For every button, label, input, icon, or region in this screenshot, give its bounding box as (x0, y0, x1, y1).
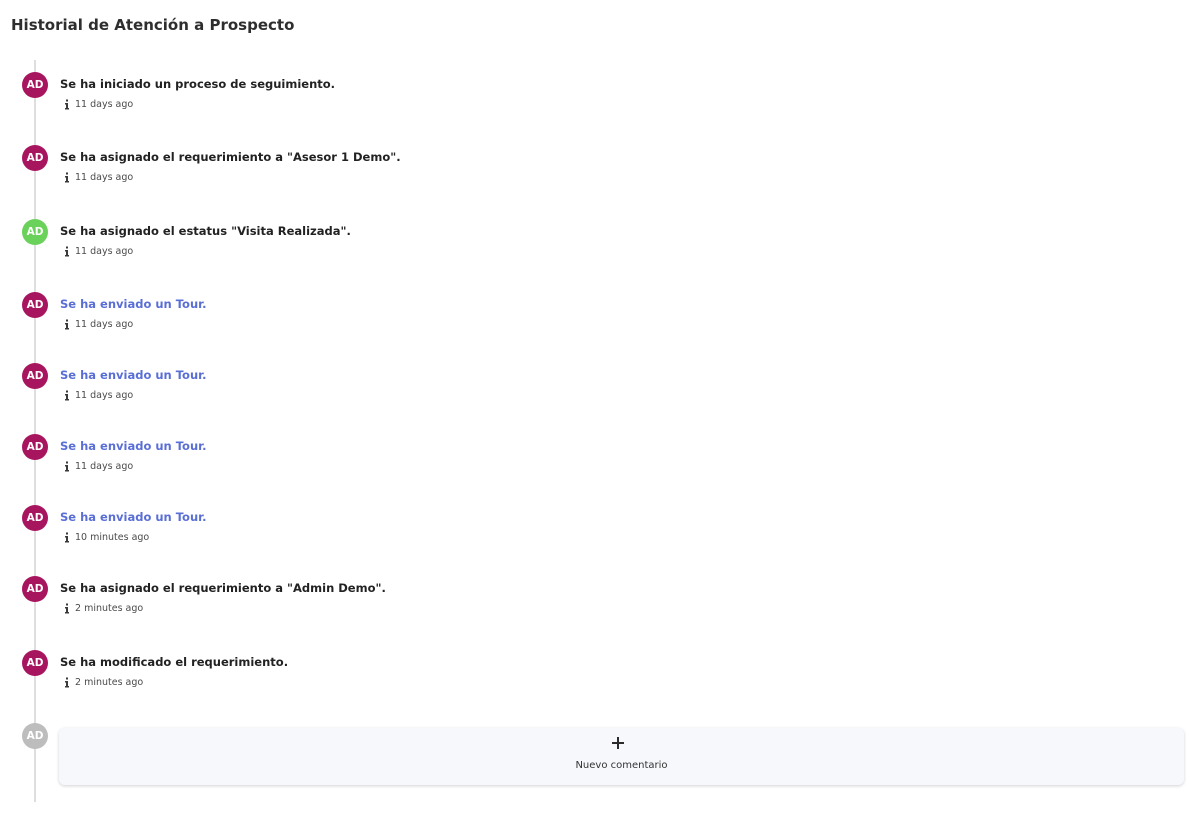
timeline-entry: AD Se ha modificado el requerimiento. 2 mi… (0, 650, 1191, 710)
entry-meta: 11 days ago (62, 246, 133, 257)
entry-meta: 11 days ago (62, 319, 133, 330)
avatar: AD (22, 145, 48, 171)
entry-meta: 2 minutes ago (62, 677, 143, 688)
timeline-entry: AD Se ha enviado un Tour. 10 minutes ago (0, 505, 1191, 565)
info-icon[interactable] (62, 603, 72, 614)
plus-icon (612, 737, 624, 749)
entry-link[interactable]: Se ha enviado un Tour. (60, 439, 207, 453)
entry-link[interactable]: Se ha enviado un Tour. (60, 368, 207, 382)
timeline-entry: AD Se ha enviado un Tour. 11 days ago (0, 292, 1191, 352)
entry-title: Se ha asignado el estatus "Visita Realiz… (60, 224, 351, 238)
new-comment-label: Nuevo comentario (575, 760, 668, 771)
timeline-entry: AD Se ha asignado el requerimiento a "Ase… (0, 145, 1191, 205)
entry-meta: 11 days ago (62, 390, 133, 401)
entry-timestamp: 11 days ago (75, 319, 134, 330)
timeline: AD Se ha iniciado un proceso de seguimien… (0, 0, 1191, 813)
entry-link[interactable]: Se ha enviado un Tour. (60, 510, 207, 524)
info-icon[interactable] (62, 461, 72, 472)
avatar: AD (22, 505, 48, 531)
avatar: AD (22, 576, 48, 602)
info-icon[interactable] (62, 246, 72, 257)
timeline-entry: AD Se ha enviado un Tour. 11 days ago (0, 363, 1191, 423)
entry-title: Se ha modificado el requerimiento. (60, 655, 289, 669)
entry-timestamp: 11 days ago (75, 461, 134, 472)
entry-meta: 2 minutes ago (62, 603, 143, 614)
entry-timestamp: 10 minutes ago (75, 532, 150, 543)
entry-link[interactable]: Se ha enviado un Tour. (60, 297, 207, 311)
entry-meta: 10 minutes ago (62, 532, 149, 543)
entry-meta: 11 days ago (62, 172, 133, 183)
info-icon[interactable] (62, 532, 72, 543)
info-icon[interactable] (62, 172, 72, 183)
avatar: AD (22, 219, 48, 245)
entry-title: Se ha asignado el requerimiento a "Aseso… (60, 150, 401, 164)
info-icon[interactable] (62, 390, 72, 401)
timeline-entry: AD Se ha asignado el estatus "Visita Real… (0, 219, 1191, 279)
avatar: AD (22, 363, 48, 389)
timeline-entry: AD Se ha enviado un Tour. 11 days ago (0, 434, 1191, 494)
entry-meta: 11 days ago (62, 461, 133, 472)
new-comment-button[interactable]: Nuevo comentario (59, 728, 1184, 785)
entry-meta: 11 days ago (62, 99, 133, 110)
entry-timestamp: 11 days ago (75, 390, 134, 401)
entry-timestamp: 11 days ago (75, 246, 134, 257)
avatar: AD (22, 723, 48, 749)
entry-timestamp: 2 minutes ago (75, 677, 144, 688)
timeline-entry: AD Se ha iniciado un proceso de seguimien… (0, 72, 1191, 132)
timeline-entry: AD Se ha asignado el requerimiento a "Adm… (0, 576, 1191, 636)
avatar: AD (22, 72, 48, 98)
info-icon[interactable] (62, 319, 72, 330)
info-icon[interactable] (62, 99, 72, 110)
entry-title: Se ha iniciado un proceso de seguimiento… (60, 77, 336, 91)
entry-timestamp: 11 days ago (75, 99, 134, 110)
entry-title: Se ha asignado el requerimiento a "Admin… (60, 581, 386, 595)
avatar: AD (22, 434, 48, 460)
entry-timestamp: 2 minutes ago (75, 603, 144, 614)
info-icon[interactable] (62, 677, 72, 688)
avatar: AD (22, 650, 48, 676)
entry-timestamp: 11 days ago (75, 172, 134, 183)
avatar: AD (22, 292, 48, 318)
